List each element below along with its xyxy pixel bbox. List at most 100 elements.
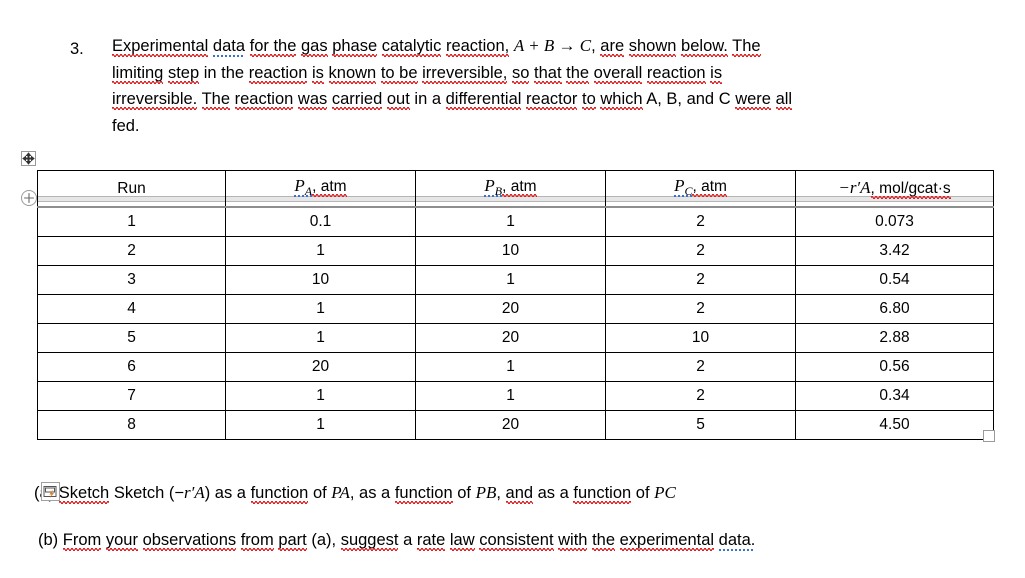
word-abc: A, B, and C	[646, 90, 731, 108]
part-a-text-4: ,	[496, 484, 506, 502]
cell-pa[interactable]: 10	[225, 265, 416, 296]
word-irreversible-comma: irreversible,	[422, 63, 508, 82]
cell-pb[interactable]: 20	[415, 294, 606, 325]
column-header-rate[interactable]: −r′A, mol/gcat·s	[795, 170, 994, 209]
cell-rate[interactable]: 6.80	[795, 294, 994, 325]
word-from-1: From	[62, 531, 102, 549]
cell-pa[interactable]: 0.1	[225, 206, 416, 238]
word-is: is	[312, 63, 324, 82]
table-row[interactable]: 5 1 20 10 2.88	[37, 323, 994, 354]
cell-run[interactable]: 7	[37, 381, 226, 412]
cell-pb[interactable]: 20	[415, 410, 606, 441]
word-fed: fed.	[112, 116, 140, 135]
word-sketch: Sketch	[58, 484, 110, 502]
word-are: are	[600, 37, 625, 55]
cell-run[interactable]: 6	[37, 352, 226, 383]
pb-symbol-a: PB	[475, 483, 497, 502]
word-the-2: the	[566, 63, 590, 82]
word-so: so	[511, 63, 530, 82]
experimental-data-table-wrapper[interactable]: Run PA, atm PB, atm PC, atm −r′A, mol/gc…	[37, 170, 994, 441]
cell-rate[interactable]: 3.42	[795, 236, 994, 267]
word-shown: shown	[628, 37, 677, 55]
cell-run[interactable]: 4	[37, 294, 226, 325]
cell-pa[interactable]: 1	[225, 410, 416, 441]
part-a-text-3: , as a	[349, 484, 395, 502]
table-row[interactable]: 4 1 20 2 6.80	[37, 294, 994, 325]
word-in-a: in a	[414, 90, 442, 108]
cell-rate[interactable]: 0.56	[795, 352, 994, 383]
word-differential: differential	[445, 90, 522, 108]
header-symbol-pa: PA	[294, 176, 313, 199]
table-row[interactable]: 6 20 1 2 0.56	[37, 352, 994, 383]
question-line-4: fed.	[112, 113, 988, 140]
cell-pc[interactable]: 2	[605, 265, 796, 296]
table-row[interactable]: 1 0.1 1 2 0.073	[37, 206, 994, 238]
cell-rate[interactable]: 2.88	[795, 323, 994, 354]
experimental-data-table[interactable]: Run PA, atm PB, atm PC, atm −r′A, mol/gc…	[37, 170, 994, 441]
word-phase: phase	[332, 37, 378, 55]
cell-pb[interactable]: 10	[415, 236, 606, 267]
word-function-3: function	[573, 484, 632, 502]
cell-pc[interactable]: 2	[605, 381, 796, 412]
table-body: 1 0.1 1 2 0.073 2 1 10 2 3.42 3 10 1 2 0…	[37, 206, 994, 441]
table-row[interactable]: 2 1 10 2 3.42	[37, 236, 994, 267]
word-your: your	[105, 531, 138, 549]
question-block: 3. Experimental data for the gas phase c…	[70, 33, 988, 139]
word-observations: observations	[142, 531, 237, 549]
table-row[interactable]: 7 1 1 2 0.34	[37, 381, 994, 412]
word-reaction-3: reaction	[646, 63, 706, 82]
row-insert-icon[interactable]	[21, 190, 37, 206]
cell-run[interactable]: 1	[37, 206, 226, 238]
header-unit-rate: , mol/gcat·s	[870, 180, 951, 198]
cell-pc[interactable]: 2	[605, 352, 796, 383]
word-were: were	[735, 90, 771, 108]
word-that: that	[534, 63, 562, 82]
cell-rate[interactable]: 4.50	[795, 410, 994, 441]
word-with: with	[558, 531, 588, 549]
word-to: to	[582, 90, 596, 108]
cell-pc[interactable]: 2	[605, 294, 796, 325]
word-experimental: Experimental	[112, 37, 209, 55]
header-unit-pa: , atm	[312, 178, 347, 195]
cell-pa[interactable]: 1	[225, 236, 416, 267]
word-irreversible-period: irreversible.	[112, 90, 198, 108]
cell-pc[interactable]: 2	[605, 206, 796, 238]
cell-run[interactable]: 3	[37, 265, 226, 296]
cell-pb[interactable]: 1	[415, 206, 606, 238]
cell-rate[interactable]: 0.073	[795, 206, 994, 238]
cell-pa[interactable]: 1	[225, 294, 416, 325]
cell-pb[interactable]: 20	[415, 323, 606, 354]
cell-pb[interactable]: 1	[415, 265, 606, 296]
cell-pb[interactable]: 1	[415, 352, 606, 383]
column-header-pc[interactable]: PC, atm	[605, 170, 796, 209]
cell-pa[interactable]: 1	[225, 381, 416, 412]
table-move-handle[interactable]	[21, 151, 36, 166]
word-the: the	[592, 531, 616, 549]
word-for-the: for the	[249, 37, 297, 55]
word-part: part	[278, 531, 307, 549]
column-header-pb[interactable]: PB, atm	[415, 170, 606, 209]
word-a: a	[403, 531, 413, 549]
column-header-pa[interactable]: PA, atm	[225, 170, 416, 209]
column-header-run[interactable]: Run	[37, 170, 226, 209]
cell-rate[interactable]: 0.54	[795, 265, 994, 296]
cell-pc[interactable]: 5	[605, 410, 796, 441]
cell-run[interactable]: 2	[37, 236, 226, 267]
cell-pc[interactable]: 10	[605, 323, 796, 354]
header-unit-pc: , atm	[692, 178, 727, 195]
cell-pa[interactable]: 1	[225, 323, 416, 354]
word-law: law	[449, 531, 475, 549]
cell-rate[interactable]: 0.34	[795, 381, 994, 412]
cell-run[interactable]: 5	[37, 323, 226, 354]
word-was: was	[297, 90, 328, 108]
cell-pa[interactable]: 20	[225, 352, 416, 383]
table-resize-handle[interactable]	[983, 430, 995, 442]
table-row[interactable]: 3 10 1 2 0.54	[37, 265, 994, 296]
question-number: 3.	[70, 40, 84, 58]
cell-run[interactable]: 8	[37, 410, 226, 441]
part-b-line: (b) From your observations from part (a)…	[38, 528, 755, 552]
autocorrect-options-icon[interactable]	[41, 482, 60, 501]
cell-pc[interactable]: 2	[605, 236, 796, 267]
table-row[interactable]: 8 1 20 5 4.50	[37, 410, 994, 441]
cell-pb[interactable]: 1	[415, 381, 606, 412]
